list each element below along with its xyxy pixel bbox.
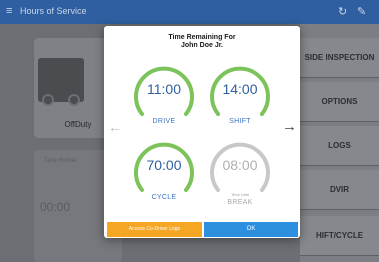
- previous-arrow-icon[interactable]: ←: [108, 119, 122, 135]
- truck-wheel-icon: [42, 94, 54, 106]
- next-arrow-icon[interactable]: →: [282, 118, 297, 135]
- app-title: Hours of Service: [20, 6, 87, 16]
- time-remaining-dialog: Time Remaining For John Doe Jr.: [104, 26, 300, 238]
- shift-cycle-button[interactable]: HIFT/CYCLE: [300, 216, 379, 256]
- app-bar: ≡ Hours of Service ↻ ✎: [0, 0, 379, 24]
- drive-dial: 11:00 DRIVE: [132, 62, 196, 126]
- break-value: 08:00: [222, 157, 258, 173]
- truck-wheel-icon: [68, 94, 80, 106]
- shift-dial: 14:00 SHIFT: [208, 62, 272, 126]
- ok-button[interactable]: OK: [204, 222, 298, 237]
- break-sublabel: Time Until: [231, 192, 249, 197]
- options-button[interactable]: OPTIONS: [300, 82, 379, 122]
- sync-icon[interactable]: ↻: [338, 5, 347, 18]
- cycle-dial: 70:00 CYCLE: [132, 138, 196, 202]
- drive-value: 11:00: [147, 81, 181, 97]
- edit-icon[interactable]: ✎: [357, 5, 366, 18]
- dialog-title-line1: Time Remaining For: [168, 34, 236, 41]
- hamburger-icon[interactable]: ≡: [6, 5, 12, 17]
- dialog-title-driver: John Doe Jr.: [180, 42, 223, 49]
- break-label: BREAK: [227, 199, 253, 206]
- time-remaining-label: Time Remai: [44, 158, 77, 164]
- cycle-label: CYCLE: [151, 194, 177, 201]
- break-dial: 08:00 Time Until BREAK: [208, 138, 272, 206]
- roadside-inspection-button[interactable]: SIDE INSPECTION: [300, 38, 379, 78]
- dialog-title: Time Remaining For John Doe Jr.: [104, 34, 300, 50]
- time-remaining-value: 00:00: [40, 200, 71, 214]
- drive-label: DRIVE: [152, 118, 176, 125]
- shift-label: SHIFT: [229, 118, 251, 125]
- cycle-value: 70:00: [146, 157, 182, 173]
- shift-value: 14:00: [222, 81, 258, 97]
- logs-button[interactable]: LOGS: [300, 126, 379, 166]
- access-co-driver-logs-button[interactable]: Access Co-Driver Logs: [107, 222, 202, 237]
- dvir-button[interactable]: DVIR: [300, 170, 379, 210]
